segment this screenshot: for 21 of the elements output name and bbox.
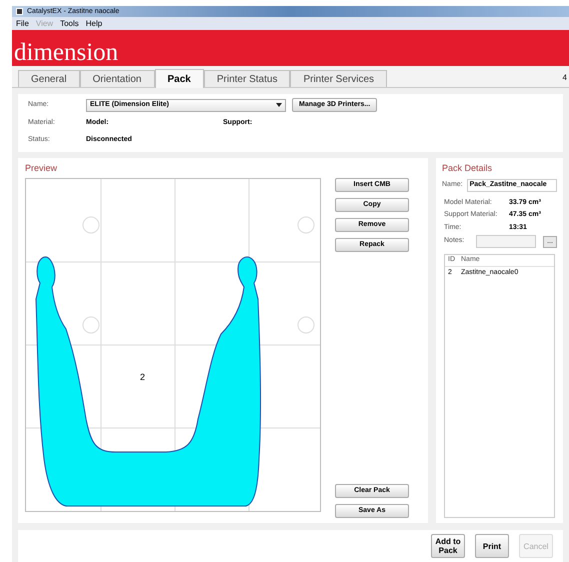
menu-item[interactable]: Tools xyxy=(60,20,79,28)
tab-strip-marker: 4 xyxy=(562,72,567,84)
menu-item[interactable]: File xyxy=(16,20,29,28)
circle-marker-icon xyxy=(298,216,314,234)
footer-button[interactable]: Add to Pack xyxy=(431,534,465,558)
brand-logo: dimension xyxy=(14,40,118,65)
tab[interactable]: Printer Status xyxy=(204,70,290,87)
panel-title: Pack Details xyxy=(442,162,494,175)
app-icon xyxy=(16,8,23,15)
tab[interactable]: Pack xyxy=(154,69,204,88)
circle-marker-icon xyxy=(298,316,314,334)
menu-item[interactable]: Help xyxy=(86,20,102,28)
part-id-label: 2 xyxy=(140,371,146,384)
goggles-model[interactable] xyxy=(36,256,262,506)
tab[interactable]: General xyxy=(18,70,80,87)
footer-button[interactable]: Print xyxy=(475,534,509,558)
tab[interactable]: Printer Services xyxy=(290,70,388,87)
notes-field[interactable] xyxy=(476,235,536,248)
caret-icon xyxy=(276,103,282,107)
tab[interactable]: Orientation xyxy=(80,70,154,87)
panel-title: Preview xyxy=(25,162,58,175)
